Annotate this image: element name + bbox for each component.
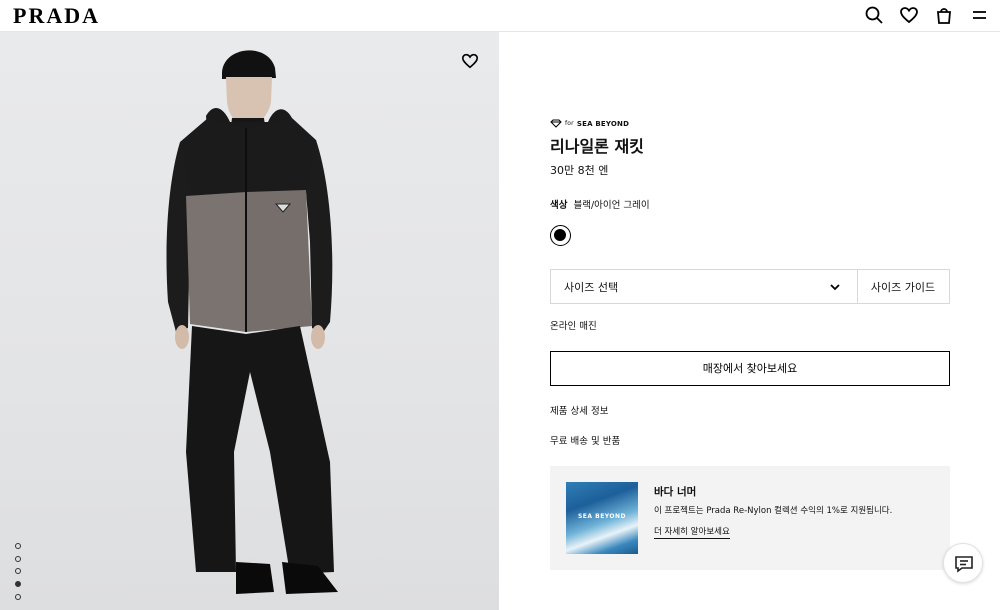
promo-description: 이 프로젝트는 Prada Re-Nylon 컬렉션 수익의 1%로 지원됩니다… <box>654 506 893 516</box>
search-icon[interactable] <box>864 5 884 25</box>
gallery-dot-5[interactable] <box>15 593 21 600</box>
color-swatch-black[interactable] <box>550 225 571 246</box>
gallery-dot-3[interactable] <box>15 568 21 575</box>
find-in-store-button[interactable]: 매장에서 찾아보세요 <box>550 351 950 386</box>
shipping-returns-link[interactable]: 무료 배송 및 반품 <box>550 433 620 447</box>
menu-icon[interactable] <box>969 5 989 25</box>
bag-icon[interactable] <box>934 5 954 25</box>
promo-learn-more-link[interactable]: 더 자세히 알아보세요 <box>654 525 730 539</box>
color-value: 블랙/아이언 그레이 <box>573 200 650 211</box>
product-photo-model <box>166 50 338 594</box>
size-guide-button[interactable]: 사이즈 가이드 <box>857 269 950 304</box>
product-info-panel: for SEA BEYOND 리나일론 재킷 30만 8천 엔 색상 블랙/아이언… <box>499 32 1000 610</box>
promo-title: 바다 너머 <box>654 486 697 498</box>
sea-beyond-image: SEA BEYOND <box>566 482 638 554</box>
product-image-gallery[interactable] <box>0 32 499 610</box>
site-header: PRADA <box>0 0 1000 32</box>
prada-logo[interactable]: PRADA <box>13 3 100 29</box>
size-select-label: 사이즈 선택 <box>564 281 619 294</box>
product-price: 30만 8천 엔 <box>550 164 609 177</box>
color-label: 색상 <box>550 200 568 211</box>
color-info: 색상 블랙/아이언 그레이 <box>550 197 650 211</box>
gallery-dot-2[interactable] <box>15 555 21 562</box>
gallery-dot-4-active[interactable] <box>15 581 21 588</box>
sea-badge-text: SEA BEYOND <box>576 119 630 128</box>
chat-icon <box>955 556 973 573</box>
heart-icon[interactable] <box>899 5 919 25</box>
gallery-dot-1[interactable] <box>15 543 21 549</box>
sea-badge-for: for <box>565 120 574 127</box>
sea-beyond-badge: for SEA BEYOND <box>550 119 629 128</box>
product-details-link[interactable]: 제품 상세 정보 <box>550 403 608 417</box>
availability-status: 온라인 매진 <box>550 321 597 332</box>
size-select-dropdown[interactable]: 사이즈 선택 <box>550 269 858 304</box>
sea-beyond-promo: SEA BEYOND 바다 너머 이 프로젝트는 Prada Re-Nylon … <box>550 466 950 570</box>
product-title: 리나일론 재킷 <box>550 137 644 156</box>
chat-button[interactable] <box>943 543 983 583</box>
promo-image-text: SEA BEYOND <box>577 513 627 520</box>
diamond-icon <box>550 119 562 128</box>
chevron-down-icon <box>830 284 840 291</box>
wishlist-heart-icon[interactable] <box>461 52 479 70</box>
gallery-pagination <box>15 543 23 606</box>
